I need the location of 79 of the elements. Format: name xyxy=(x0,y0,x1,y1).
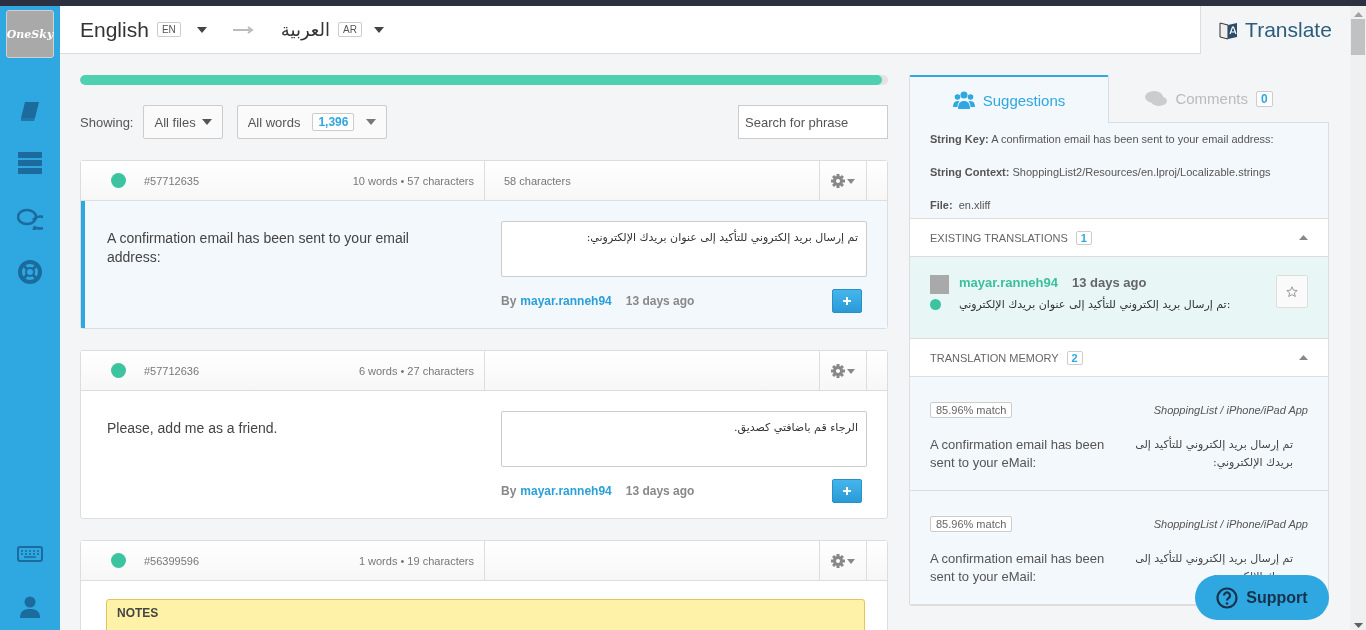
section-header[interactable]: TRANSLATION MEMORY 2 xyxy=(910,338,1328,377)
match-badge: 85.96% match xyxy=(930,516,1013,532)
keyboard-icon[interactable] xyxy=(17,546,43,562)
gear-icon[interactable] xyxy=(830,172,856,189)
count-badge: 1 xyxy=(1075,230,1092,245)
word-stats: 6 words • 27 characters xyxy=(358,364,475,377)
plus-icon xyxy=(842,486,852,496)
star-icon xyxy=(1286,285,1298,298)
avatar-icon xyxy=(930,275,949,295)
scrollbar[interactable] xyxy=(1350,6,1366,630)
project-name: ShoppingList / iPhone/iPad App xyxy=(1153,518,1308,530)
memory-source: A confirmation email has been sent to your eMail: xyxy=(930,436,1106,472)
gear-icon[interactable] xyxy=(830,552,856,569)
filter-label: Showing: xyxy=(80,114,134,130)
project-name: ShoppingList / iPhone/iPad App xyxy=(1153,404,1308,416)
collapse-icon[interactable] xyxy=(1299,235,1308,241)
add-button[interactable] xyxy=(832,479,862,503)
words-dropdown[interactable]: All words 1,396 xyxy=(236,105,388,139)
scroll-up-icon[interactable] xyxy=(1353,12,1363,17)
translation-field[interactable]: تم إرسال بريد إلكتروني للتأكيد إلى عنوان بريدك الإلكتروني: xyxy=(501,221,867,277)
count-badge: 2 xyxy=(1066,350,1083,365)
file-name: File: en.xliff xyxy=(930,199,992,211)
word-stats: 1 words • 19 characters xyxy=(358,554,475,567)
users-icon xyxy=(952,91,975,109)
count-badge: 0 xyxy=(1255,90,1273,107)
arrow-icon xyxy=(232,25,255,34)
server-icon[interactable] xyxy=(18,152,42,174)
search-field[interactable]: Search for phrase xyxy=(738,105,888,139)
translate-icon[interactable] xyxy=(1219,20,1240,40)
string-key: String Key: A confirmation email has been sent to your email address: xyxy=(930,133,1308,145)
caret-icon[interactable] xyxy=(373,26,384,33)
notes-panel: NOTES xyxy=(106,599,865,630)
caret-icon[interactable] xyxy=(201,119,212,125)
language-code: AR xyxy=(338,22,362,37)
translation-field[interactable]: الرجاء قم باضافتي كصديق. xyxy=(501,411,867,467)
scroll-down-icon[interactable] xyxy=(1353,623,1363,628)
target-language[interactable]: العربية xyxy=(280,19,330,40)
source-text: Please, add me as a friend. xyxy=(107,419,279,438)
lifebuoy-icon[interactable] xyxy=(18,260,42,284)
string-id: #57712635 xyxy=(144,174,200,187)
string-card[interactable]: #56399596 1 words • 19 characters NOTES xyxy=(80,540,888,630)
word-count: 1,396 xyxy=(312,113,355,131)
plus-icon xyxy=(842,296,852,306)
string-id: #57712636 xyxy=(144,364,200,377)
byline-label: By xyxy=(501,484,517,498)
existing-translation: تم إرسال بريد إلكتروني للتأكيد إلى عنوان بريدك الإلكتروني: xyxy=(959,298,1231,312)
status-dot xyxy=(111,363,126,378)
language-code: EN xyxy=(156,22,181,37)
character-count: 58 characters xyxy=(504,174,571,187)
caret-icon[interactable] xyxy=(196,26,207,33)
star-button[interactable] xyxy=(1276,275,1308,309)
collapse-icon[interactable] xyxy=(1299,355,1308,360)
status-dot xyxy=(111,553,126,568)
caret-icon[interactable] xyxy=(366,119,377,125)
scrollbar-thumb[interactable] xyxy=(1351,19,1365,55)
string-context: String Context: ShoppingList2/Resources/en.lproj/Localizable.strings xyxy=(930,166,1272,178)
section-title: EXISTING TRANSLATIONS xyxy=(930,231,1068,244)
byline-label: By xyxy=(501,294,517,308)
source-language[interactable]: English xyxy=(80,17,149,42)
timestamp: 13 days ago xyxy=(625,294,695,308)
source-text: A confirmation email has been sent to your email address: xyxy=(107,229,410,267)
help-icon xyxy=(1216,586,1239,609)
translate-title: Translate xyxy=(1245,18,1332,42)
timestamp: 13 days ago xyxy=(1072,275,1147,291)
status-dot xyxy=(111,173,126,188)
section-title: TRANSLATION MEMORY xyxy=(930,351,1059,364)
word-stats: 10 words • 57 characters xyxy=(352,174,475,187)
support-popup[interactable]: Support xyxy=(1195,575,1329,620)
section-header[interactable]: EXISTING TRANSLATIONS 1 xyxy=(910,218,1328,258)
timestamp: 13 days ago xyxy=(625,484,695,498)
add-button[interactable] xyxy=(832,289,862,313)
user-icon[interactable] xyxy=(19,596,41,618)
files-dropdown[interactable]: All files xyxy=(143,105,223,139)
string-id: #56399596 xyxy=(144,554,200,567)
memory-translation[interactable]: تم إرسال بريد إلكتروني للتأكيد إلى بريدك الإلكتروني: xyxy=(1120,436,1308,472)
gear-icon[interactable] xyxy=(830,362,856,379)
status-dot xyxy=(930,299,941,311)
memory-source: A confirmation email has been sent to your eMail: xyxy=(930,550,1106,586)
match-badge: 85.96% match xyxy=(930,402,1013,418)
